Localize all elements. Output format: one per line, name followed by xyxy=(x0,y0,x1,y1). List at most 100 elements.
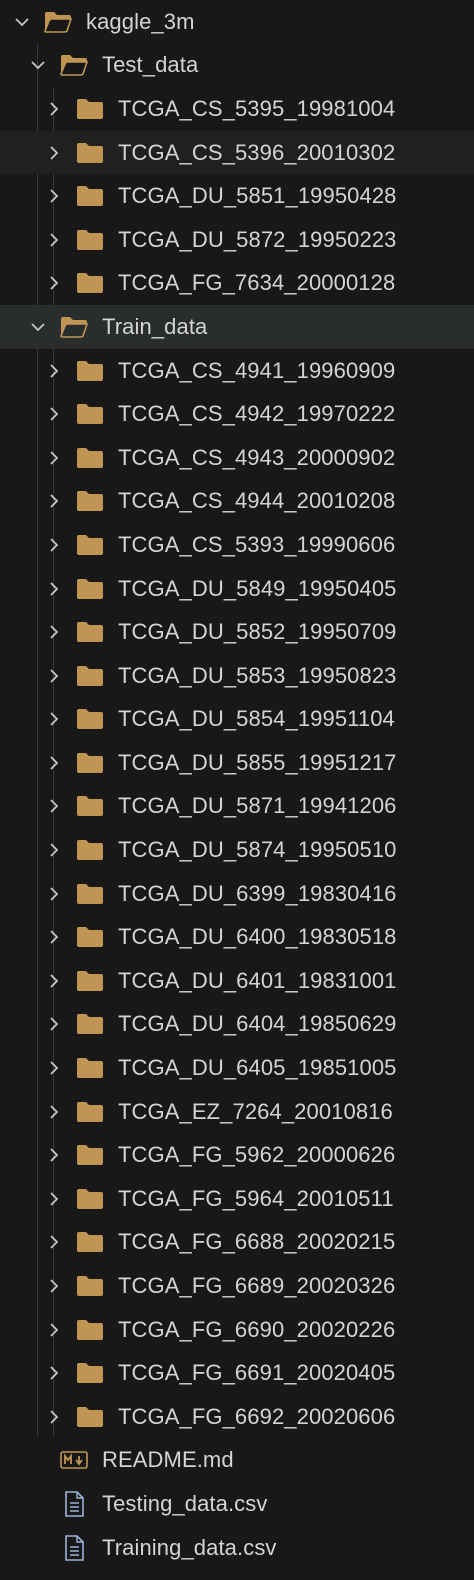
subfolder-label: TCGA_FG_7634_20000128 xyxy=(118,270,396,296)
chevron-right-icon[interactable] xyxy=(46,1322,62,1338)
chevron-right-icon[interactable] xyxy=(46,711,62,727)
chevron-right-icon[interactable] xyxy=(46,1104,62,1120)
chevron-right-icon[interactable] xyxy=(46,755,62,771)
tree-item-subfolder[interactable]: TCGA_FG_7634_20000128 xyxy=(0,262,474,306)
chevron-right-icon[interactable] xyxy=(46,973,62,989)
chevron-right-icon[interactable] xyxy=(46,188,62,204)
folder-icon xyxy=(76,447,104,469)
subfolder-label: TCGA_EZ_7264_20010816 xyxy=(118,1098,393,1124)
chevron-right-icon[interactable] xyxy=(46,101,62,117)
tree-item-file-training-csv[interactable]: Training_data.csv xyxy=(0,1526,474,1570)
chevron-right-icon[interactable] xyxy=(46,145,62,161)
chevron-right-icon[interactable] xyxy=(46,1147,62,1163)
chevron-right-icon[interactable] xyxy=(46,929,62,945)
tree-item-subfolder[interactable]: TCGA_FG_6692_20020606 xyxy=(0,1395,474,1439)
subfolder-label: TCGA_DU_5872_19950223 xyxy=(118,226,397,252)
chevron-down-icon[interactable] xyxy=(14,14,30,30)
chevron-right-icon[interactable] xyxy=(46,1365,62,1381)
tree-item-subfolder[interactable]: TCGA_DU_5852_19950709 xyxy=(0,610,474,654)
markdown-icon xyxy=(60,1448,88,1472)
folder-open-icon xyxy=(60,316,88,338)
chevron-right-icon[interactable] xyxy=(46,842,62,858)
chevron-right-icon[interactable] xyxy=(46,886,62,902)
subfolder-label: TCGA_DU_5852_19950709 xyxy=(118,619,397,645)
chevron-right-icon[interactable] xyxy=(46,1278,62,1294)
tree-item-subfolder[interactable]: TCGA_DU_6400_19830518 xyxy=(0,915,474,959)
chevron-right-icon[interactable] xyxy=(46,1191,62,1207)
tree-item-subfolder[interactable]: TCGA_DU_6404_19850629 xyxy=(0,1003,474,1047)
subfolder-label: TCGA_FG_6688_20020215 xyxy=(118,1229,396,1255)
chevron-right-icon[interactable] xyxy=(46,581,62,597)
subfolder-label: TCGA_DU_5855_19951217 xyxy=(118,749,397,775)
tree-item-subfolder[interactable]: TCGA_CS_4943_20000902 xyxy=(0,436,474,480)
tree-item-subfolder[interactable]: TCGA_DU_5871_19941206 xyxy=(0,785,474,829)
tree-item-subfolder[interactable]: TCGA_FG_6690_20020226 xyxy=(0,1308,474,1352)
chevron-right-icon[interactable] xyxy=(46,450,62,466)
chevron-down-icon[interactable] xyxy=(30,319,46,335)
subfolder-label: TCGA_CS_4944_20010208 xyxy=(118,488,396,514)
tree-item-subfolder[interactable]: TCGA_FG_5962_20000626 xyxy=(0,1133,474,1177)
chevron-right-icon[interactable] xyxy=(46,493,62,509)
tree-item-subfolder[interactable]: TCGA_FG_6689_20020326 xyxy=(0,1264,474,1308)
tree-item-train-data-folder[interactable]: Train_data xyxy=(0,305,474,349)
chevron-right-icon[interactable] xyxy=(46,275,62,291)
tree-item-root-folder[interactable]: kaggle_3m xyxy=(0,0,474,44)
file-label: README.md xyxy=(102,1447,234,1473)
tree-item-subfolder[interactable]: TCGA_CS_4941_19960909 xyxy=(0,349,474,393)
chevron-right-icon[interactable] xyxy=(46,1409,62,1425)
folder-icon xyxy=(76,578,104,600)
tree-item-subfolder[interactable]: TCGA_DU_5854_19951104 xyxy=(0,698,474,742)
chevron-down-icon[interactable] xyxy=(30,57,46,73)
chevron-right-icon[interactable] xyxy=(46,798,62,814)
tree-item-subfolder[interactable]: TCGA_DU_6405_19851005 xyxy=(0,1046,474,1090)
subfolder-label: TCGA_FG_6689_20020326 xyxy=(118,1273,396,1299)
chevron-right-icon[interactable] xyxy=(46,1234,62,1250)
chevron-right-icon[interactable] xyxy=(46,363,62,379)
subfolder-label: TCGA_FG_6691_20020405 xyxy=(118,1360,396,1386)
chevron-right-icon[interactable] xyxy=(46,537,62,553)
tree-item-subfolder[interactable]: TCGA_DU_5855_19951217 xyxy=(0,741,474,785)
tree-item-subfolder[interactable]: TCGA_CS_5395_19981004 xyxy=(0,87,474,131)
folder-icon xyxy=(76,1101,104,1123)
tree-item-subfolder[interactable]: TCGA_DU_5874_19950510 xyxy=(0,828,474,872)
tree-item-subfolder[interactable]: TCGA_CS_5393_19990606 xyxy=(0,523,474,567)
tree-item-subfolder[interactable]: TCGA_EZ_7264_20010816 xyxy=(0,1090,474,1134)
tree-item-subfolder[interactable]: TCGA_DU_5851_19950428 xyxy=(0,174,474,218)
chevron-right-icon[interactable] xyxy=(46,1016,62,1032)
file-explorer-tree: kaggle_3m Test_data TCGA_CS_5395_1998100… xyxy=(0,0,474,1580)
tree-item-subfolder[interactable]: TCGA_DU_5849_19950405 xyxy=(0,567,474,611)
subfolder-label: TCGA_DU_5853_19950823 xyxy=(118,662,397,688)
tree-item-subfolder[interactable]: TCGA_CS_5396_20010302 xyxy=(0,130,474,175)
tree-item-subfolder[interactable]: TCGA_DU_5853_19950823 xyxy=(0,654,474,698)
tree-item-subfolder[interactable]: TCGA_DU_6399_19830416 xyxy=(0,872,474,916)
folder-icon xyxy=(76,142,104,164)
tree-item-subfolder[interactable]: TCGA_FG_6691_20020405 xyxy=(0,1351,474,1395)
tree-item-subfolder[interactable]: TCGA_CS_4942_19970222 xyxy=(0,392,474,436)
subfolder-label: TCGA_CS_4942_19970222 xyxy=(118,401,396,427)
chevron-right-icon[interactable] xyxy=(46,1060,62,1076)
folder-icon xyxy=(76,98,104,120)
folder-icon xyxy=(76,926,104,948)
subfolder-label: TCGA_FG_5962_20000626 xyxy=(118,1142,396,1168)
tree-item-subfolder[interactable]: TCGA_FG_5964_20010511 xyxy=(0,1177,474,1221)
subfolder-label: TCGA_CS_4941_19960909 xyxy=(118,357,396,383)
tree-item-subfolder[interactable]: TCGA_DU_5872_19950223 xyxy=(0,218,474,262)
chevron-right-icon[interactable] xyxy=(46,406,62,422)
tree-item-subfolder[interactable]: TCGA_CS_4944_20010208 xyxy=(0,480,474,524)
tree-item-file-readme[interactable]: README.md xyxy=(0,1439,474,1483)
folder-icon xyxy=(76,970,104,992)
folder-icon xyxy=(76,1013,104,1035)
tree-item-subfolder[interactable]: TCGA_DU_6401_19831001 xyxy=(0,959,474,1003)
chevron-right-icon[interactable] xyxy=(46,232,62,248)
chevron-right-icon[interactable] xyxy=(46,668,62,684)
file-label: Training_data.csv xyxy=(102,1534,277,1560)
test-data-folder-label: Test_data xyxy=(102,52,199,78)
chevron-right-icon[interactable] xyxy=(46,624,62,640)
train-data-folder-label: Train_data xyxy=(102,313,208,339)
tree-item-file-testing-csv[interactable]: Testing_data.csv xyxy=(0,1482,474,1526)
tree-item-test-data-folder[interactable]: Test_data xyxy=(0,44,474,88)
subfolder-label: TCGA_DU_5851_19950428 xyxy=(118,183,397,209)
tree-item-subfolder[interactable]: TCGA_FG_6688_20020215 xyxy=(0,1221,474,1265)
folder-icon xyxy=(76,534,104,556)
folder-icon xyxy=(76,1275,104,1297)
